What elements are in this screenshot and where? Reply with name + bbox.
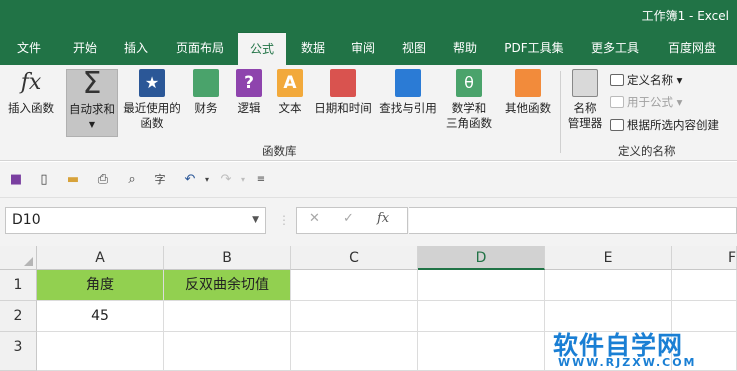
save-icon[interactable]: ■ xyxy=(7,171,25,189)
autosum-button[interactable]: Σ 自动求和 ▼ xyxy=(66,69,118,137)
tab-view[interactable]: 视图 xyxy=(390,32,438,65)
cancel-icon[interactable]: ✕ xyxy=(309,211,320,226)
insert-function-icon[interactable]: fx xyxy=(377,211,389,226)
create-from-selection-button[interactable]: 根据所选内容创建 xyxy=(610,116,719,134)
cell-a2[interactable]: 45 xyxy=(37,301,164,332)
column-header-e[interactable]: E xyxy=(545,246,672,270)
more-functions-icon xyxy=(515,69,541,97)
watermark-url: WWW.RJZXW.COM xyxy=(558,356,697,369)
title-bar: 工作簿1 - Excel xyxy=(0,0,737,32)
cell-a1[interactable]: 角度 xyxy=(37,270,164,301)
tab-pdf-tools[interactable]: PDF工具集 xyxy=(496,32,572,65)
tab-page-layout[interactable]: 页面布局 xyxy=(164,32,236,65)
spelling-icon[interactable]: 字 xyxy=(151,171,169,189)
question-icon: ? xyxy=(236,69,262,97)
star-icon: ★ xyxy=(139,69,165,97)
tab-home[interactable]: 开始 xyxy=(60,32,110,65)
cell-f1[interactable] xyxy=(672,270,737,301)
print-icon[interactable]: ⎙ xyxy=(94,171,112,189)
cell-b3[interactable] xyxy=(164,332,291,371)
tab-data[interactable]: 数据 xyxy=(290,32,336,65)
open-folder-icon[interactable]: ▬ xyxy=(64,171,82,189)
ribbon: fx 插入函数 Σ 自动求和 ▼ ★ 最近使用的 函数 财务 ? 逻辑 A 文本… xyxy=(0,65,737,161)
lookup-reference-button[interactable]: 查找与引用 xyxy=(376,69,440,137)
define-name-icon xyxy=(610,74,624,86)
formula-buttons: ✕ ✓ fx xyxy=(296,207,408,234)
sigma-icon: Σ xyxy=(82,66,102,101)
column-header-c[interactable]: C xyxy=(291,246,418,270)
ribbon-separator xyxy=(560,71,561,153)
formula-input[interactable] xyxy=(409,207,737,234)
tab-file[interactable]: 文件 xyxy=(6,32,52,65)
row-header-2[interactable]: 2 xyxy=(0,301,37,332)
calendar-icon xyxy=(330,69,356,97)
date-time-button[interactable]: 日期和时间 xyxy=(311,69,375,137)
name-manager-button[interactable]: 名称 管理器 xyxy=(564,69,606,137)
redo-icon[interactable]: ↷ xyxy=(217,171,235,189)
tab-review[interactable]: 审阅 xyxy=(340,32,386,65)
quick-access-toolbar: ■ ▯ ▬ ⎙ ⌕ 字 ↶ ▾ ↷ ▾ ≡ xyxy=(0,162,737,198)
logical-button[interactable]: ? 逻辑 xyxy=(231,69,267,137)
print-preview-icon[interactable]: ⌕ xyxy=(123,171,141,189)
row-header-3[interactable]: 3 xyxy=(0,332,37,371)
cell-b1[interactable]: 反双曲余切值 xyxy=(164,270,291,301)
defined-names-group-label: 定义的名称 xyxy=(618,144,676,158)
define-name-button[interactable]: 定义名称 ▾ xyxy=(610,71,682,89)
use-in-formula-button[interactable]: 用于公式 ▾ xyxy=(610,93,682,111)
text-a-icon: A xyxy=(277,69,303,97)
cell-e1[interactable] xyxy=(545,270,672,301)
undo-icon[interactable]: ↶ xyxy=(181,171,199,189)
cell-a3[interactable] xyxy=(37,332,164,371)
name-manager-icon xyxy=(572,69,598,97)
column-header-a[interactable]: A xyxy=(37,246,164,270)
tab-help[interactable]: 帮助 xyxy=(442,32,488,65)
tab-baidu-netdisk[interactable]: 百度网盘 xyxy=(656,32,728,65)
math-trig-button[interactable]: θ 数学和 三角函数 xyxy=(440,69,498,137)
magnifier-icon xyxy=(395,69,421,97)
name-box-dropdown-icon[interactable]: ▼ xyxy=(252,208,259,233)
financial-icon xyxy=(193,69,219,97)
tab-more-tools[interactable]: 更多工具 xyxy=(580,32,650,65)
select-all-corner[interactable] xyxy=(0,246,37,270)
text-button[interactable]: A 文本 xyxy=(272,69,308,137)
cell-d3[interactable] xyxy=(418,332,545,371)
fx-icon: fx xyxy=(20,70,42,95)
formula-bar: D10 ▼ ⋮ ✕ ✓ fx xyxy=(0,198,737,246)
theta-icon: θ xyxy=(456,69,482,97)
tab-insert[interactable]: 插入 xyxy=(112,32,160,65)
tab-formulas[interactable]: 公式 xyxy=(238,32,286,65)
column-header-d[interactable]: D xyxy=(418,246,545,270)
create-from-selection-icon xyxy=(610,119,624,131)
cell-b2[interactable] xyxy=(164,301,291,332)
name-box[interactable]: D10 ▼ xyxy=(5,207,266,234)
financial-button[interactable]: 财务 xyxy=(188,69,224,137)
cell-c1[interactable] xyxy=(291,270,418,301)
undo-dropdown-icon[interactable]: ▾ xyxy=(198,171,216,189)
cell-c3[interactable] xyxy=(291,332,418,371)
column-header-b[interactable]: B xyxy=(164,246,291,270)
new-file-icon[interactable]: ▯ xyxy=(35,171,53,189)
column-header-f[interactable]: F xyxy=(672,246,737,270)
ribbon-tabs: 文件 开始 插入 页面布局 公式 数据 审阅 视图 帮助 PDF工具集 更多工具… xyxy=(0,32,737,65)
redo-dropdown-icon[interactable]: ▾ xyxy=(234,171,252,189)
enter-icon[interactable]: ✓ xyxy=(343,211,354,226)
row-header-1[interactable]: 1 xyxy=(0,270,37,301)
insert-function-button[interactable]: fx 插入函数 xyxy=(4,69,58,137)
customize-toolbar-icon[interactable]: ≡ xyxy=(252,171,270,189)
function-library-group-label: 函数库 xyxy=(262,144,297,158)
cell-c2[interactable] xyxy=(291,301,418,332)
cell-d2[interactable] xyxy=(418,301,545,332)
chevron-down-icon: ▼ xyxy=(88,120,96,129)
recently-used-button[interactable]: ★ 最近使用的 函数 xyxy=(121,69,183,137)
use-in-formula-icon xyxy=(610,96,624,108)
cell-d1[interactable] xyxy=(418,270,545,301)
more-functions-button[interactable]: 其他函数 xyxy=(502,69,554,137)
window-title: 工作簿1 - Excel xyxy=(641,9,729,23)
formula-bar-grip-icon: ⋮ xyxy=(278,213,290,227)
